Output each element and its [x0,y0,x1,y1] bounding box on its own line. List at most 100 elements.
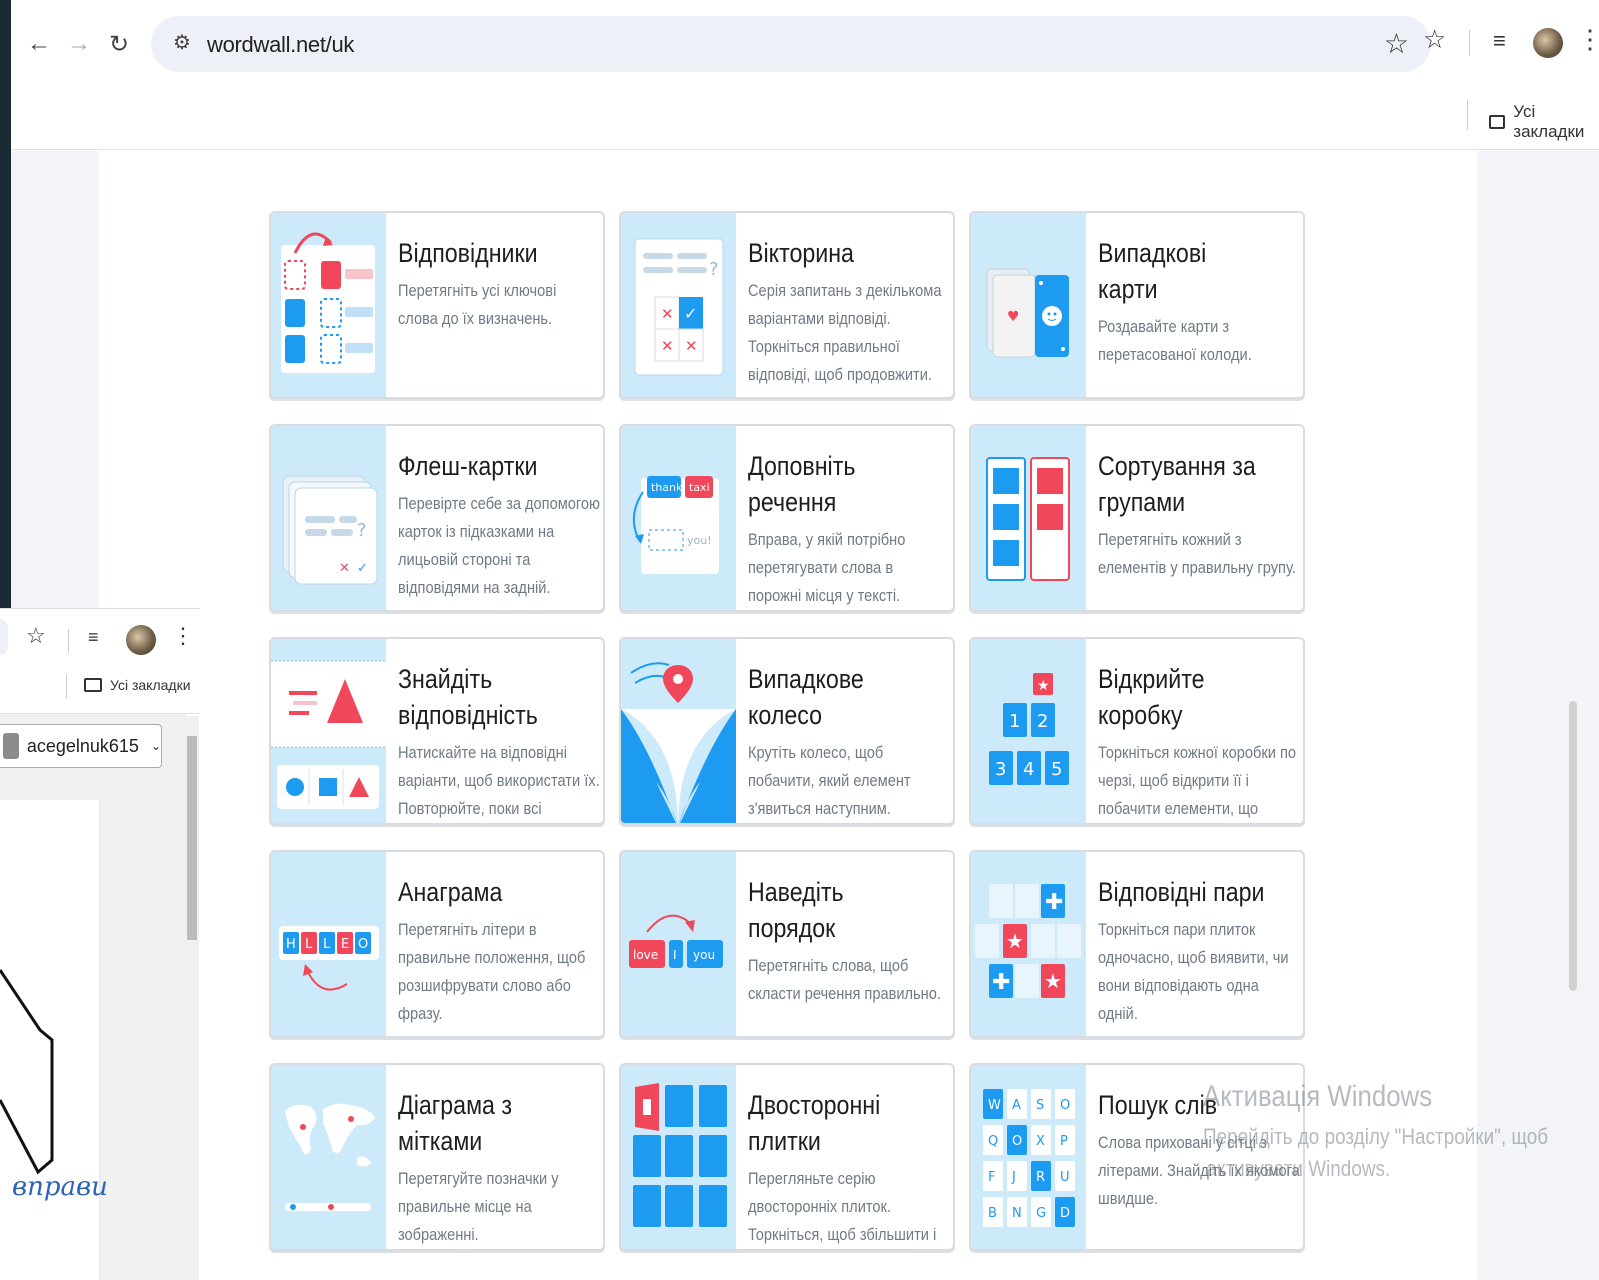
template-card-group-sort[interactable]: Сортування за групами Перетягніть кожний… [969,424,1305,612]
browser-toolbar: ← → ↻ ⚙ wordwall.net/uk ☆ ☆ ≡ ⋮ [11,0,1599,86]
card-description: Перетягніть слова, щоб скласти речення п… [748,956,941,1003]
extensions-icon[interactable]: ☆ [1423,24,1446,55]
star-icon[interactable]: ☆ [26,623,46,649]
card-title: Доповніть речення [748,451,856,517]
template-card-match-up[interactable]: Відповідники Перетягніть усі ключові сло… [269,211,605,399]
popup-scrollbar[interactable] [185,716,199,1280]
box-num: 3 [995,759,1006,780]
wordsearch-letter: O [1060,1098,1070,1113]
card-description: Перетягуйте позначки у правильне місце н… [398,1169,559,1244]
labelled-diagram-thumbnail [271,1065,386,1249]
rank-order-thumbnail: love I you [621,852,736,1036]
flip-tiles-thumbnail [621,1065,736,1249]
template-card-find-match[interactable]: Знайдіть відповідність Натискайте на від… [269,637,605,825]
card-title: Наведіть порядок [748,877,844,943]
template-card-flip-tiles[interactable]: Двосторонні плитки Перегляньте серію дво… [619,1063,955,1251]
svg-text:★: ★ [1006,929,1024,953]
card-description: Торкніться кожної коробки по черзі, щоб … [1098,743,1297,818]
anagram-letter: L [305,937,313,952]
template-card-random-cards[interactable]: ♥ Випадкові карти Роздавайте карти з пер… [969,211,1305,399]
menu-icon[interactable]: ⋮ [172,623,194,649]
all-bookmarks-button[interactable]: Усі закладки [84,677,191,693]
card-description: Перевірте себе за допомогою карток із пі… [398,494,601,597]
template-card-quiz[interactable]: ? ✕ ✓ ✕ ✕ Вікторина Серія запитань з дек… [619,211,955,399]
scrollbar-thumb[interactable] [187,736,197,940]
svg-text:★: ★ [1044,969,1062,993]
match-up-thumbnail [271,213,386,397]
site-settings-icon[interactable]: ⚙ [173,30,191,55]
chevron-down-icon: ⌄ [150,739,161,753]
toolbar-divider [68,629,69,653]
group-sort-thumbnail [971,426,1086,610]
svg-text:✓: ✓ [684,304,697,323]
anagram-letter: H [286,937,296,952]
back-arrow-icon[interactable]: ← [21,26,57,62]
svg-text:✕: ✕ [339,561,350,576]
card-title: Відкрийте коробку [1098,664,1205,730]
wordsearch-letter: P [1060,1134,1068,1149]
forward-arrow-icon[interactable]: → [61,26,97,62]
card-title: Знайдіть відповідність [398,664,538,730]
box-num: 1 [1009,711,1020,732]
template-card-matching-pairs[interactable]: ✚ ★ ✚ ★ Відповідні пари Торкніться пари … [969,850,1305,1038]
page-scrollbar[interactable] [1569,701,1577,991]
wordsearch-letter: O [1012,1134,1022,1149]
card-title: Відповідники [398,238,538,268]
template-card-open-box[interactable]: ★ 1 2 3 4 5 Відкрийте коробку Торкніться… [969,637,1305,825]
random-cards-thumbnail: ♥ [971,213,1086,397]
svg-text:✕: ✕ [661,305,674,323]
account-selector[interactable]: acegelnuk615 ⌄ [0,724,162,768]
media-icon[interactable]: ≡ [1493,28,1506,54]
profile-avatar[interactable] [126,625,156,655]
box-num: 5 [1051,759,1062,780]
wordsearch-letter: R [1036,1170,1045,1185]
card-title: Сортування за групами [1098,451,1256,517]
address-bar[interactable]: ⚙ wordwall.net/uk ☆ [151,16,1431,72]
card-description: Крутіть колесо, щоб побачити, який елеме… [748,743,911,818]
url-text[interactable]: wordwall.net/uk [207,32,354,58]
wordsearch-letter: G [1036,1206,1046,1221]
profile-avatar[interactable] [1533,28,1563,58]
svg-text:✓: ✓ [357,561,368,576]
template-card-flash-cards[interactable]: ? ✕ ✓ Флеш-картки Перевірте себе за допо… [269,424,605,612]
folder-icon [84,678,102,692]
menu-icon[interactable]: ⋮ [1577,24,1599,55]
card-title: Вікторина [748,238,854,268]
order-word: you [693,948,715,962]
complete-sentence-thumbnail: thank taxi you! [621,426,736,610]
random-wheel-thumbnail [621,639,736,823]
card-description: Вправа, у якій потрібно перетягувати сло… [748,530,906,605]
all-bookmarks-button[interactable]: Усі закладки [1489,102,1599,142]
reload-icon[interactable]: ↻ [101,26,137,62]
card-title: Випадкове колесо [748,664,864,730]
account-avatar [3,733,19,759]
bookmarks-divider [66,675,67,699]
wordsearch-letter: U [1060,1170,1070,1185]
cloze-word-a: thank [651,481,683,494]
all-bookmarks-label: Усі закладки [1513,102,1585,141]
wordsearch-letter: A [1012,1098,1021,1113]
media-icon[interactable]: ≡ [88,627,99,648]
card-description: Натискайте на відповідні варіанти, щоб в… [398,743,600,818]
svg-text:★: ★ [1037,678,1050,694]
card-title: Двосторонні плитки [748,1090,881,1156]
template-card-rank-order[interactable]: love I you Наведіть порядок Перетягніть … [619,850,955,1038]
card-description: Роздавайте карти з перетасованої колоди. [1098,317,1252,364]
template-card-anagram[interactable]: H L L E O Анаграма Перетягніть літери в … [269,850,605,1038]
card-description: Перетягніть усі ключові слова до їх визн… [398,281,557,328]
toolbar-divider [1469,30,1470,56]
wordsearch-letter: S [1036,1098,1044,1113]
card-title: Флеш-картки [398,451,538,481]
card-title: Анаграма [398,877,503,907]
wordsearch-cell [1007,1161,1027,1191]
watermark-line3: активувати Windows. [1206,1156,1391,1181]
wordsearch-letter: Q [988,1134,998,1149]
find-match-thumbnail [271,639,386,823]
template-card-labelled-diagram[interactable]: Діаграма з мітками Перетягуйте позначки … [269,1063,605,1251]
star-icon[interactable]: ☆ [1384,27,1409,60]
windows-activation-watermark: Активація Windows Перейдіть до розділу "… [1203,1080,1599,1182]
template-card-complete-sentence[interactable]: thank taxi you! Доповніть речення Вправа… [619,424,955,612]
template-card-random-wheel[interactable]: Випадкове колесо Крутіть колесо, щоб поб… [619,637,955,825]
matching-pairs-thumbnail: ✚ ★ ✚ ★ [971,852,1086,1036]
svg-text:?: ? [357,520,367,541]
